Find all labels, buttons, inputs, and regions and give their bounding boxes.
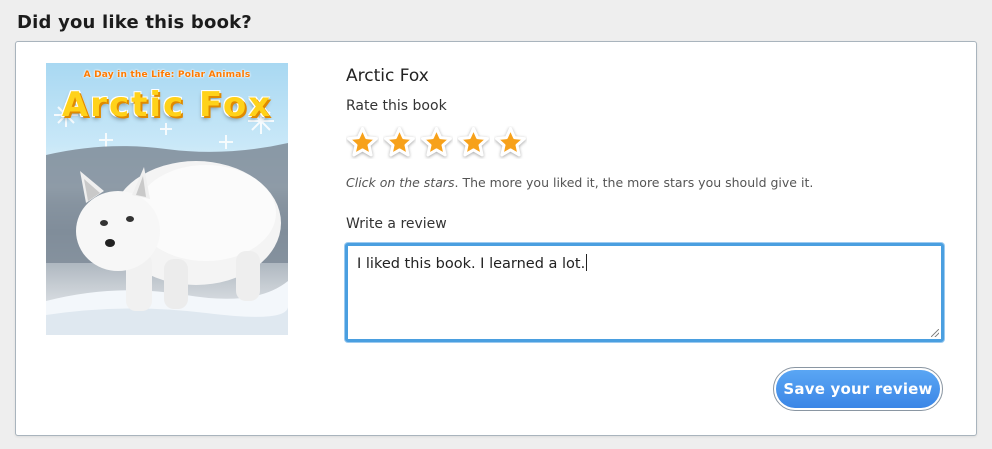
rating-hint: Click on the stars. The more you liked i… (346, 175, 813, 190)
star-icon-1[interactable] (346, 126, 379, 159)
resize-grip-icon[interactable] (931, 329, 939, 337)
review-card: A Day in the Life: Polar Animals Arctic … (15, 41, 977, 436)
star-rating[interactable] (346, 126, 527, 160)
rate-label: Rate this book (346, 98, 447, 114)
text-caret (586, 254, 588, 271)
save-button-frame: Save your review (773, 367, 943, 411)
star-icon-4[interactable] (457, 126, 490, 159)
rating-hint-text: . The more you liked it, the more stars … (454, 175, 814, 190)
book-title: Arctic Fox (346, 66, 429, 86)
review-text: I liked this book. I learned a lot. (357, 256, 586, 272)
page-title: Did you like this book? (17, 12, 252, 33)
star-icon-3[interactable] (420, 126, 453, 159)
review-textarea[interactable]: I liked this book. I learned a lot. (345, 243, 944, 342)
star-icon-5[interactable] (494, 126, 527, 159)
rating-hint-emphasis: Click on the stars (346, 175, 455, 190)
cover-title-text: Arctic Fox (61, 85, 273, 125)
review-label: Write a review (346, 216, 447, 232)
star-icon-2[interactable] (383, 126, 416, 159)
save-review-button[interactable]: Save your review (776, 370, 940, 408)
cover-series-text: A Day in the Life: Polar Animals (83, 70, 251, 80)
book-cover: A Day in the Life: Polar Animals Arctic … (46, 63, 288, 335)
